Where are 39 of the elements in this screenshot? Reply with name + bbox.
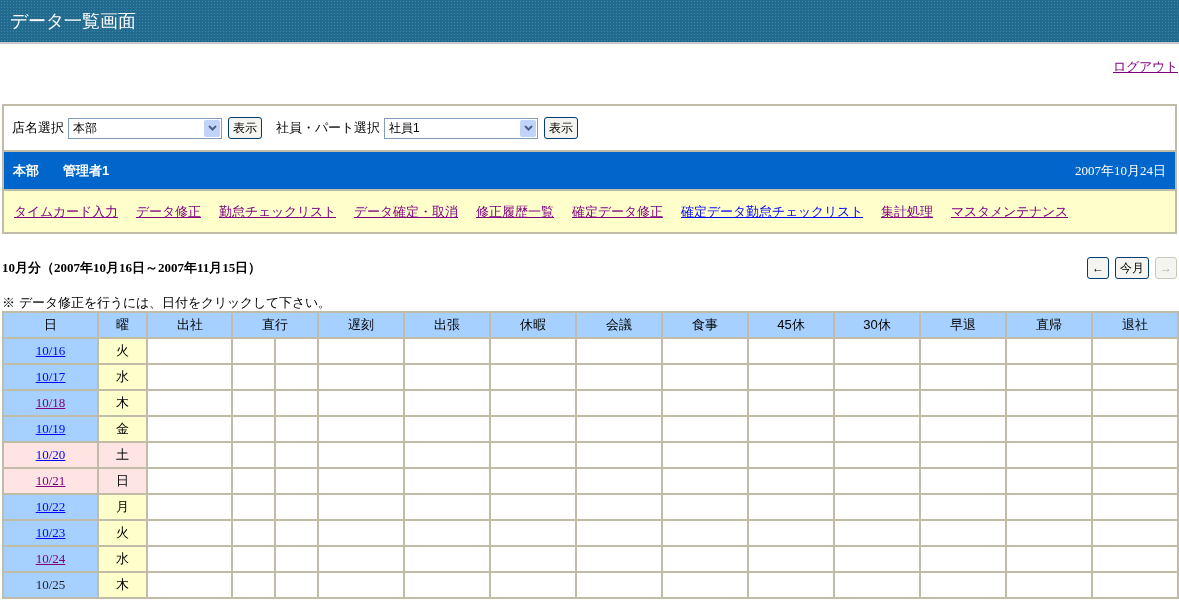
- column-header: 出張: [404, 312, 490, 338]
- column-header: 日: [3, 312, 98, 338]
- column-header: 30休: [834, 312, 920, 338]
- logout-link[interactable]: ログアウト: [1113, 57, 1178, 104]
- nav-link[interactable]: 確定データ修正: [572, 201, 663, 222]
- instruction-note: ※ データ修正を行うには、日付をクリックして下さい。: [1, 295, 332, 311]
- column-header: 遅刻: [318, 312, 404, 338]
- column-header: 会議: [576, 312, 662, 338]
- store-name: 本部: [13, 161, 39, 180]
- this-month-button[interactable]: 今月: [1115, 257, 1149, 279]
- column-header: 直帰: [1006, 312, 1092, 338]
- show-button[interactable]: 表示: [544, 117, 578, 139]
- current-date: 2007年10月24日: [1075, 161, 1166, 180]
- nav-link[interactable]: 集計処理: [881, 201, 933, 222]
- column-header: 休暇: [490, 312, 576, 338]
- column-header: 食事: [662, 312, 748, 338]
- date-text: 10/25: [35, 577, 66, 593]
- column-header: 曜: [98, 312, 147, 338]
- nav-link[interactable]: 勤怠チェックリスト: [219, 201, 336, 222]
- page-title: データ一覧画面: [10, 9, 136, 33]
- column-header: 退社: [1092, 312, 1178, 338]
- nav-link[interactable]: タイムカード入力: [14, 201, 118, 222]
- column-header: 直行: [232, 312, 318, 338]
- show-button[interactable]: 表示: [228, 117, 262, 139]
- employee-select-label: 社員・パート選択: [276, 119, 380, 138]
- store-dropdown[interactable]: 本部: [68, 117, 222, 139]
- column-header: 早退: [920, 312, 1006, 338]
- nav-link[interactable]: マスタメンテナンス: [951, 201, 1068, 222]
- nav-link[interactable]: データ修正: [136, 201, 201, 222]
- employee-dropdown[interactable]: 社員1: [384, 117, 538, 139]
- nav-link[interactable]: 確定データ勤怠チェックリスト: [681, 201, 863, 222]
- store-select-label: 店名選択: [12, 119, 64, 138]
- nav-link[interactable]: 修正履歴一覧: [476, 201, 554, 222]
- user-name: 管理者1: [63, 161, 110, 180]
- nav-link[interactable]: データ確定・取消: [354, 201, 458, 222]
- column-header: 45休: [748, 312, 834, 338]
- column-header: 出社: [147, 312, 232, 338]
- previous-month-button[interactable]: ←: [1087, 257, 1109, 279]
- period-title: 10月分（2007年10月16日～2007年11月15日）: [2, 259, 262, 278]
